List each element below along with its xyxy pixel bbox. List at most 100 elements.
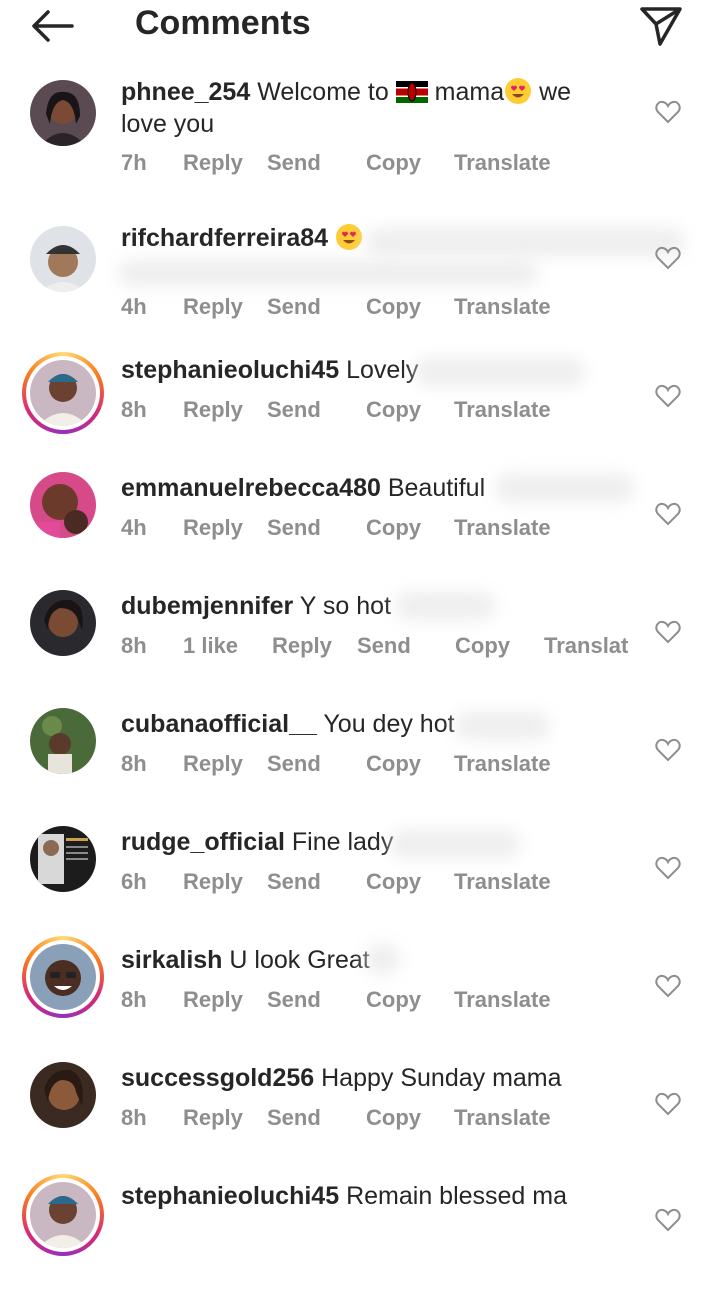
like-heart-icon[interactable] bbox=[655, 1208, 681, 1232]
translate-button[interactable]: Translat bbox=[544, 633, 628, 659]
avatar[interactable] bbox=[30, 826, 96, 892]
avatar[interactable] bbox=[30, 472, 96, 538]
copy-button[interactable]: Copy bbox=[366, 397, 421, 423]
avatar[interactable] bbox=[30, 1062, 96, 1128]
avatar[interactable] bbox=[30, 708, 96, 774]
comment-item: successgold256 Happy Sunday mama 8h Repl… bbox=[0, 1062, 720, 1180]
comment-item: rudge_official Fine lady 6h Reply Send C… bbox=[0, 826, 720, 944]
send-button[interactable]: Send bbox=[267, 987, 321, 1013]
send-button[interactable]: Send bbox=[267, 150, 321, 176]
comment-time: 8h bbox=[121, 633, 147, 658]
comment-username[interactable]: phnee_254 bbox=[121, 78, 250, 106]
comment-text: rudge_official Fine lady bbox=[121, 826, 621, 858]
comment-body: Lovely bbox=[346, 356, 419, 384]
translate-button[interactable]: Translate bbox=[454, 1105, 551, 1131]
comment-body: Remain blessed ma bbox=[346, 1182, 568, 1210]
send-button[interactable]: Send bbox=[267, 751, 321, 777]
comment-item: stephanieoluchi45 Remain blessed ma bbox=[0, 1174, 720, 1298]
comment-item: rifchardferreira84 4h Reply Send Copy Tr… bbox=[0, 208, 720, 354]
translate-button[interactable]: Translate bbox=[454, 869, 551, 895]
copy-button[interactable]: Copy bbox=[455, 633, 510, 659]
redacted-text bbox=[415, 358, 585, 386]
reply-button[interactable]: Reply bbox=[183, 294, 243, 320]
copy-button[interactable]: Copy bbox=[366, 751, 421, 777]
avatar[interactable] bbox=[30, 226, 96, 292]
avatar[interactable] bbox=[30, 80, 96, 146]
comment-username[interactable]: stephanieoluchi45 bbox=[121, 1182, 339, 1210]
copy-button[interactable]: Copy bbox=[366, 869, 421, 895]
comment-item: dubemjennifer Y so hot 8h 1 like Reply S… bbox=[0, 590, 720, 708]
like-heart-icon[interactable] bbox=[655, 974, 681, 998]
redacted-text bbox=[118, 260, 538, 286]
comment-time: 8h bbox=[121, 751, 147, 776]
kenya-flag-icon bbox=[395, 81, 428, 103]
comment-text: phnee_254 Welcome to mama we love you bbox=[121, 76, 621, 140]
like-heart-icon[interactable] bbox=[655, 738, 681, 762]
send-button[interactable]: Send bbox=[267, 397, 321, 423]
avatar-with-story-ring[interactable] bbox=[22, 352, 104, 434]
comment-body: Y so hot bbox=[299, 592, 392, 620]
comment-username[interactable]: stephanieoluchi45 bbox=[121, 356, 339, 384]
redacted-text bbox=[390, 830, 520, 858]
like-heart-icon[interactable] bbox=[655, 856, 681, 880]
redacted-text bbox=[455, 712, 550, 740]
comment-item: emmanuelrebecca480 Beautiful 4h Reply Se… bbox=[0, 472, 720, 590]
reply-button[interactable]: Reply bbox=[183, 751, 243, 777]
comment-time: 7h bbox=[121, 150, 147, 175]
translate-button[interactable]: Translate bbox=[454, 515, 551, 541]
copy-button[interactable]: Copy bbox=[366, 987, 421, 1013]
comment-body: U look Great bbox=[229, 946, 370, 974]
comment-username[interactable]: emmanuelrebecca480 bbox=[121, 474, 381, 502]
comment-text: successgold256 Happy Sunday mama bbox=[121, 1062, 621, 1094]
like-heart-icon[interactable] bbox=[655, 100, 681, 124]
avatar-with-story-ring[interactable] bbox=[22, 936, 104, 1018]
comment-text: stephanieoluchi45 Remain blessed ma bbox=[121, 1180, 621, 1212]
send-button[interactable]: Send bbox=[267, 869, 321, 895]
send-button[interactable]: Send bbox=[267, 294, 321, 320]
comment-body-continued: mama bbox=[434, 78, 505, 106]
translate-button[interactable]: Translate bbox=[454, 987, 551, 1013]
reply-button[interactable]: Reply bbox=[183, 987, 243, 1013]
reply-button[interactable]: Reply bbox=[183, 869, 243, 895]
share-button[interactable] bbox=[636, 4, 686, 48]
likes-count[interactable]: 1 like bbox=[183, 633, 238, 659]
reply-button[interactable]: Reply bbox=[272, 633, 332, 659]
avatar[interactable] bbox=[30, 590, 96, 656]
back-button[interactable] bbox=[28, 6, 76, 46]
send-button[interactable]: Send bbox=[357, 633, 411, 659]
comment-username[interactable]: successgold256 bbox=[121, 1064, 314, 1092]
translate-button[interactable]: Translate bbox=[454, 150, 551, 176]
comment-time: 8h bbox=[121, 987, 147, 1012]
heart-eyes-emoji-icon bbox=[336, 224, 363, 250]
reply-button[interactable]: Reply bbox=[183, 397, 243, 423]
comment-username[interactable]: dubemjennifer bbox=[121, 592, 293, 620]
like-heart-icon[interactable] bbox=[655, 1092, 681, 1116]
reply-button[interactable]: Reply bbox=[183, 150, 243, 176]
comment-username[interactable]: rudge_official bbox=[121, 828, 285, 856]
reply-button[interactable]: Reply bbox=[183, 1105, 243, 1131]
copy-button[interactable]: Copy bbox=[366, 150, 421, 176]
translate-button[interactable]: Translate bbox=[454, 397, 551, 423]
like-heart-icon[interactable] bbox=[655, 502, 681, 526]
comment-body: Welcome to bbox=[257, 78, 389, 106]
arrow-left-icon bbox=[32, 10, 74, 42]
comment-time: 4h bbox=[121, 515, 147, 540]
send-button[interactable]: Send bbox=[267, 515, 321, 541]
redacted-text bbox=[365, 228, 685, 256]
comment-list: phnee_254 Welcome to mama we love you 7h… bbox=[0, 62, 720, 1298]
reply-button[interactable]: Reply bbox=[183, 515, 243, 541]
like-heart-icon[interactable] bbox=[655, 384, 681, 408]
comment-username[interactable]: cubanaofficial__ bbox=[121, 710, 317, 738]
copy-button[interactable]: Copy bbox=[366, 294, 421, 320]
translate-button[interactable]: Translate bbox=[454, 751, 551, 777]
copy-button[interactable]: Copy bbox=[366, 1105, 421, 1131]
send-button[interactable]: Send bbox=[267, 1105, 321, 1131]
comment-username[interactable]: sirkalish bbox=[121, 946, 222, 974]
like-heart-icon[interactable] bbox=[655, 246, 681, 270]
like-heart-icon[interactable] bbox=[655, 620, 681, 644]
translate-button[interactable]: Translate bbox=[454, 294, 551, 320]
avatar-with-story-ring[interactable] bbox=[22, 1174, 104, 1256]
comment-username[interactable]: rifchardferreira84 bbox=[121, 224, 328, 252]
comment-text: dubemjennifer Y so hot bbox=[121, 590, 621, 622]
copy-button[interactable]: Copy bbox=[366, 515, 421, 541]
